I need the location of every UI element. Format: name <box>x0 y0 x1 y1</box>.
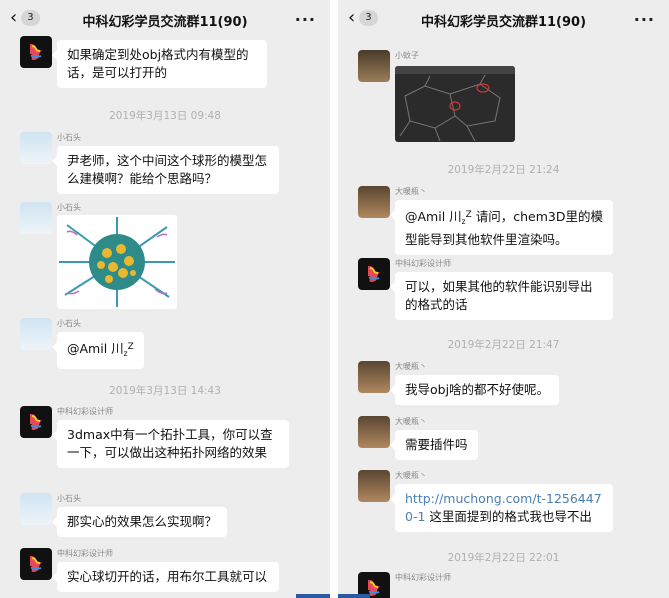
avatar[interactable] <box>20 406 52 438</box>
scroll-indicator <box>296 594 330 598</box>
mesh-screenshot-image <box>395 66 515 142</box>
message-bubble[interactable]: @Amil 川zZ <box>52 332 144 369</box>
avatar[interactable] <box>358 258 390 290</box>
timestamp: 2019年2月22日 22:01 <box>447 552 560 564</box>
sender-name: 中科幻彩设计师 <box>395 573 451 582</box>
avatar[interactable] <box>20 202 52 234</box>
timestamp: 2019年3月13日 14:43 <box>109 385 221 397</box>
app-logo-icon <box>30 44 42 60</box>
avatar[interactable] <box>20 318 52 350</box>
message-bubble[interactable]: 我导obj啥的都不好使呢。 <box>389 375 560 405</box>
timestamp: 2019年3月13日 09:48 <box>109 110 221 122</box>
message-bubble[interactable]: @Amil 川zZ 请问，chem3D里的模型能导到其他软件里渲染吗。 <box>390 200 613 255</box>
chat-header: ‹ 3 中科幻彩学员交流群11(90) ··· <box>0 0 330 40</box>
mention-text: @Amil 川 <box>67 341 124 356</box>
image-message[interactable] <box>395 66 515 142</box>
avatar[interactable] <box>20 36 52 68</box>
back-button[interactable]: ‹ 3 <box>348 9 378 27</box>
sender-name: 中科幻彩设计师 <box>57 407 113 416</box>
message-bubble[interactable]: 实心球切开的话，用布尔工具就可以 <box>52 562 279 592</box>
sender-name: 大暖瓶丶 <box>395 362 427 371</box>
sender-name: 大暖瓶丶 <box>395 187 427 196</box>
avatar[interactable] <box>358 186 390 218</box>
timestamp: 2019年2月22日 21:47 <box>447 339 560 351</box>
sender-name: 小石头 <box>57 203 81 212</box>
message-bubble[interactable]: 那实心的效果怎么实现啊？ <box>51 507 228 537</box>
chat-header: ‹ 3 中科幻彩学员交流群11(90) ··· <box>338 0 669 40</box>
sender-name: 中科幻彩设计师 <box>395 259 451 268</box>
chat-title: 中科幻彩学员交流群11(90) <box>420 14 587 30</box>
app-logo-icon <box>30 414 42 430</box>
chevron-left-icon: ‹ <box>10 7 18 28</box>
unread-badge: 3 <box>359 10 378 26</box>
message-bubble[interactable]: 如果确定到处obj格式内有模型的话，是可以打开的 <box>52 40 267 88</box>
image-message[interactable] <box>57 215 177 309</box>
avatar[interactable] <box>20 132 52 164</box>
sender-name: 大暖瓶丶 <box>395 471 427 480</box>
more-options-button[interactable]: ··· <box>295 10 316 29</box>
back-button[interactable]: ‹ 3 <box>10 9 40 27</box>
avatar[interactable] <box>358 50 390 82</box>
avatar[interactable] <box>358 416 390 448</box>
scroll-indicator <box>338 594 370 598</box>
message-text: 这里面提到的格式我也导不出 <box>425 509 592 524</box>
mention-text: @Amil 川 <box>405 209 462 224</box>
timestamp: 2019年2月22日 21:24 <box>447 164 560 176</box>
avatar[interactable] <box>358 470 390 502</box>
sender-name: 小蚊子 <box>395 51 419 60</box>
chat-title: 中科幻彩学员交流群11(90) <box>82 14 248 30</box>
sender-name: 小石头 <box>57 494 81 503</box>
sender-name: 小石头 <box>57 319 81 328</box>
app-logo-icon <box>368 266 380 282</box>
avatar[interactable] <box>20 493 52 525</box>
chevron-left-icon: ‹ <box>348 7 356 28</box>
message-bubble[interactable]: 尹老师，这个中间这个球形的模型怎么建模啊？能给个思路吗？ <box>52 146 279 194</box>
message-bubble[interactable]: 可以，如果其他的软件能识别导出的格式的话 <box>390 272 613 320</box>
right-chat-panel: ‹ 3 中科幻彩学员交流群11(90) ··· 小蚊子 2019年2月22日 2… <box>338 0 669 598</box>
sleep-emoji: zZ <box>461 210 472 226</box>
avatar[interactable] <box>358 361 390 393</box>
more-options-button[interactable]: ··· <box>634 10 655 29</box>
message-bubble[interactable]: 3dmax中有一个拓扑工具，你可以查一下，可以做出这种拓扑网络的效果 <box>52 420 289 468</box>
virus-model-image <box>59 217 175 307</box>
message-bubble[interactable]: http://muchong.com/t-12564470-1 这里面提到的格式… <box>390 484 613 532</box>
sleep-emoji: zZ <box>123 342 134 358</box>
left-chat-panel: ‹ 3 中科幻彩学员交流群11(90) ··· 如果确定到处obj格式内有模型的… <box>0 0 330 598</box>
unread-badge: 3 <box>21 10 40 26</box>
sender-name: 大暖瓶丶 <box>395 417 427 426</box>
sender-name: 小石头 <box>57 133 81 142</box>
sender-name: 中科幻彩设计师 <box>57 549 113 558</box>
avatar[interactable] <box>20 548 52 580</box>
message-bubble[interactable]: 需要插件吗 <box>390 430 478 460</box>
app-logo-icon <box>30 556 42 572</box>
